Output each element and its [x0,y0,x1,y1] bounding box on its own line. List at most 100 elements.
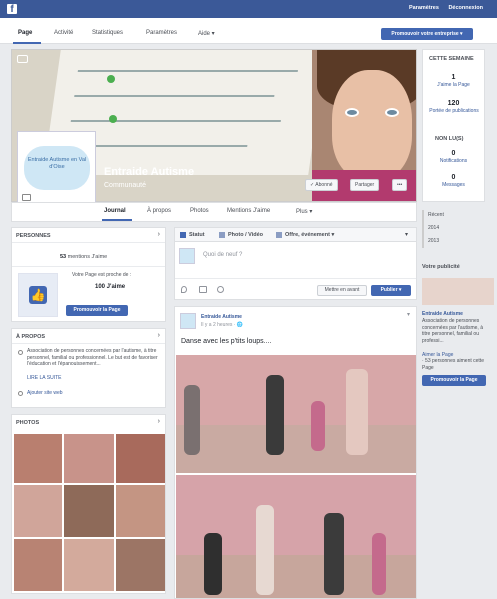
photos-card: PHOTOS › [11,414,166,594]
info-icon [18,350,23,355]
event-icon [276,232,282,238]
logout-link[interactable]: Déconnexion [448,5,483,11]
post-card: Entraide Autisme Il y a 2 heures · 🌐 ▾ D… [174,306,417,599]
composer-tab-status[interactable]: Statut [189,232,205,238]
post-text: Danse avec les p'tits loups.... [181,338,272,345]
photos-title: PHOTOS [16,420,40,426]
chevron-down-icon[interactable]: ▾ [407,311,410,318]
post-time[interactable]: Il y a 2 heures · 🌐 [201,322,243,329]
avatar [179,248,195,264]
following-button[interactable]: ✓ Abonné [305,179,338,191]
facebook-logo-icon[interactable]: f [7,4,17,15]
nav-tab-likes[interactable]: Mentions J'aime [227,208,270,214]
unread-title: NON LU(S) [435,136,464,142]
nav-tab-timeline[interactable]: Journal [104,208,126,214]
thumbs-up-icon: 👍 [18,273,58,317]
post-author[interactable]: Entraide Autisme [201,314,242,321]
ad-promote-button[interactable]: Promouvoir la Page [422,375,486,386]
add-website-link[interactable]: Ajouter site web [27,390,63,397]
tab-active-indicator [13,42,41,44]
globe-icon [18,391,23,396]
photo-icon [219,232,225,238]
ad-title: Votre publicité [422,264,460,270]
tab-settings[interactable]: Paramètres [146,30,177,36]
photo-thumb[interactable] [64,539,114,591]
read-more-link[interactable]: LIRE LA SUITE [27,375,61,382]
photo-thumb[interactable] [116,485,165,537]
location-pin-icon[interactable] [181,286,187,293]
photo-thumb[interactable] [64,485,114,537]
people-title: PERSONNES [16,233,51,239]
year-2013[interactable]: 2013 [428,238,439,245]
goal-label: Votre Page est proche de : [72,272,132,278]
camera-icon[interactable] [17,55,28,63]
photo-thumb[interactable] [14,485,62,537]
ad-image[interactable] [422,278,494,305]
about-title: À PROPOS [16,334,46,340]
page-category: Communauté [104,182,147,189]
post-photo-2[interactable] [176,475,416,598]
nav-tab-photos[interactable]: Photos [190,208,209,214]
week-likes-label[interactable]: J'aime la Page [423,82,484,89]
post-avatar[interactable] [180,313,196,329]
week-title: CETTE SEMAINE [429,56,474,62]
tab-page[interactable]: Page [18,30,32,36]
ad-like-meta: · 53 personnes aiment cette Page [422,358,484,371]
unread-messages-value: 0 [451,174,456,181]
year-recent[interactable]: Récent [428,212,444,219]
clock-icon[interactable] [217,286,224,293]
goal-value: 100 J'aime [95,284,126,290]
photo-thumb[interactable] [14,434,62,483]
tab-help[interactable]: Aide ▾ [198,30,215,37]
people-card: PERSONNES › 53 mentions J'aime 👍 Votre P… [11,227,166,322]
week-reach-label[interactable]: Portée de publications [429,108,479,115]
nav-tab-more[interactable]: Plus ▾ [296,208,312,215]
promote-page-button[interactable]: Promouvoir la Page [66,305,128,316]
chevron-right-icon[interactable]: › [158,231,160,238]
composer-card: Statut Photo / Vidéo Offre, événement ▾ … [174,227,417,300]
camera-icon[interactable] [22,194,31,201]
about-card: À PROPOS › Association de personnes conc… [11,328,166,408]
status-icon [180,232,186,238]
composer-tab-photo[interactable]: Photo / Vidéo [228,232,263,238]
promote-business-button[interactable]: Promouvoir votre entreprise ▾ [381,28,473,40]
week-stats-card: CETTE SEMAINE 1 J'aime la Page 120 Porté… [422,49,485,202]
unread-notifications-value: 0 [451,150,456,157]
messages-link[interactable]: Messages [423,182,484,189]
nav-active-indicator [102,219,132,221]
profile-logo[interactable]: Entraide Autisme en Val d'Oise [17,131,96,204]
top-bar: f Paramètres Déconnexion [0,0,497,18]
notifications-link[interactable]: Notifications [423,158,484,165]
boost-post-button[interactable]: Mettre en avant [317,285,367,296]
tab-activity[interactable]: Activité [54,30,73,36]
status-input[interactable]: Quoi de neuf ? [203,252,242,258]
settings-link[interactable]: Paramètres [409,5,439,11]
publish-button[interactable]: Publier ▾ [371,285,411,296]
post-photo-1[interactable] [176,355,416,473]
photo-thumb[interactable] [14,539,62,591]
photo-thumb[interactable] [116,539,165,591]
chevron-right-icon[interactable]: › [158,418,160,425]
page-title: Entraide Autisme [104,166,195,178]
ad-description: Association de personnes concernées par … [422,318,483,344]
ad-page-name[interactable]: Entraide Autisme [422,311,463,318]
page-nav-bar [11,202,417,222]
logo-text: Entraide Autisme en Val d'Oise [27,157,87,170]
more-options-button[interactable]: ••• [392,179,408,191]
tab-statistics[interactable]: Statistiques [92,30,123,36]
camera-icon[interactable] [199,286,207,293]
likes-label: mentions J'aime [67,254,108,260]
photo-thumb[interactable] [116,434,165,483]
week-reach-value: 120 [447,100,460,107]
composer-tab-offer[interactable]: Offre, événement ▾ [285,232,334,238]
photo-thumb[interactable] [64,434,114,483]
chevron-down-icon[interactable]: ▾ [405,231,408,238]
year-2014[interactable]: 2014 [428,225,439,232]
about-description: Association de personnes concernées par … [27,348,158,367]
timeline-bar [422,210,424,248]
top-links: Paramètres Déconnexion [401,5,483,11]
chevron-right-icon[interactable]: › [158,332,160,339]
share-button[interactable]: Partager [350,179,380,191]
week-likes-value: 1 [451,74,456,81]
nav-tab-about[interactable]: À propos [147,208,171,214]
